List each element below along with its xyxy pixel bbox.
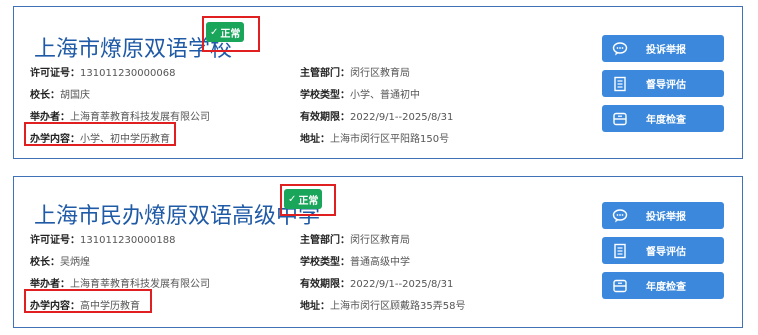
annual-check-button-label: 年度检查 [646,282,686,293]
chat-bubble-icon [612,41,628,57]
validity-row: 有效期限：2022/9/1--2025/8/31 [300,108,453,123]
dept-label: 主管部门： [300,235,350,246]
content-value: 高中学历教育 [80,301,140,312]
principal-label: 校长： [30,257,60,268]
license-value: 131011230000188 [80,235,176,246]
license-row: 许可证号：131011230000068 [30,64,175,79]
supervision-button-label: 督导评估 [646,247,686,258]
supervision-button[interactable]: 督导评估 [602,237,724,264]
validity-value: 2022/9/1--2025/8/31 [350,279,454,290]
check-icon: ✓ [210,26,219,38]
complaint-button-label: 投诉举报 [646,212,686,223]
validity-label: 有效期限： [300,112,350,123]
content-label: 办学内容： [30,301,80,312]
annual-check-button[interactable]: 年度检查 [602,272,724,299]
address-label: 地址： [300,134,330,145]
document-icon [612,243,628,259]
principal-value: 胡国庆 [60,90,90,101]
calendar-box-icon [612,278,628,294]
validity-label: 有效期限： [300,279,350,290]
license-row: 许可证号：131011230000188 [30,231,175,246]
school-card: 上海市民办燎原双语高级中学 ✓ 正常 许可证号：131011230000188 … [13,176,743,328]
status-badge: ✓ 正常 [284,189,323,209]
status-text: 正常 [298,195,319,207]
supervision-button[interactable]: 督导评估 [602,70,724,97]
dept-row: 主管部门：闵行区教育局 [300,231,410,246]
dept-value: 闵行区教育局 [350,235,410,246]
type-label: 学校类型： [300,257,350,268]
address-row: 地址：上海市闵行区平阳路150号 [300,130,449,145]
address-value: 上海市闵行区平阳路150号 [330,134,450,145]
validity-row: 有效期限：2022/9/1--2025/8/31 [300,275,453,290]
principal-label: 校长： [30,90,60,101]
content-label: 办学内容： [30,134,80,145]
type-label: 学校类型： [300,90,350,101]
document-icon [612,76,628,92]
content-row: 办学内容：高中学历教育 [30,297,140,312]
type-value: 普通高级中学 [350,257,410,268]
license-value: 131011230000068 [80,68,176,79]
check-icon: ✓ [288,193,297,205]
annual-check-button[interactable]: 年度检查 [602,105,724,132]
calendar-box-icon [612,111,628,127]
complaint-button-label: 投诉举报 [646,45,686,56]
type-row: 学校类型：普通高级中学 [300,253,410,268]
license-label: 许可证号： [30,68,80,79]
dept-value: 闵行区教育局 [350,68,410,79]
school-card: 上海市燎原双语学校 ✓ 正常 许可证号：131011230000068 校长：胡… [13,6,743,159]
content-value: 小学、初中学历教育 [80,134,170,145]
type-row: 学校类型：小学、普通初中 [300,86,420,101]
address-value: 上海市闵行区顾戴路35弄58号 [330,301,466,312]
principal-row: 校长：吴炳煌 [30,253,90,268]
status-text: 正常 [220,28,241,40]
sponsor-row: 举办者：上海育莘教育科技发展有限公司 [30,108,210,123]
complaint-button[interactable]: 投诉举报 [602,35,724,62]
type-value: 小学、普通初中 [350,90,420,101]
sponsor-row: 举办者：上海育莘教育科技发展有限公司 [30,275,210,290]
validity-value: 2022/9/1--2025/8/31 [350,112,454,123]
license-label: 许可证号： [30,235,80,246]
address-row: 地址：上海市闵行区顾戴路35弄58号 [300,297,465,312]
complaint-button[interactable]: 投诉举报 [602,202,724,229]
dept-row: 主管部门：闵行区教育局 [300,64,410,79]
supervision-button-label: 督导评估 [646,80,686,91]
status-badge: ✓ 正常 [206,22,245,42]
address-label: 地址： [300,301,330,312]
annual-check-button-label: 年度检查 [646,115,686,126]
school-name[interactable]: 上海市民办燎原双语高级中学 [34,198,320,230]
content-row: 办学内容：小学、初中学历教育 [30,130,170,145]
principal-row: 校长：胡国庆 [30,86,90,101]
principal-value: 吴炳煌 [60,257,90,268]
chat-bubble-icon [612,208,628,224]
dept-label: 主管部门： [300,68,350,79]
